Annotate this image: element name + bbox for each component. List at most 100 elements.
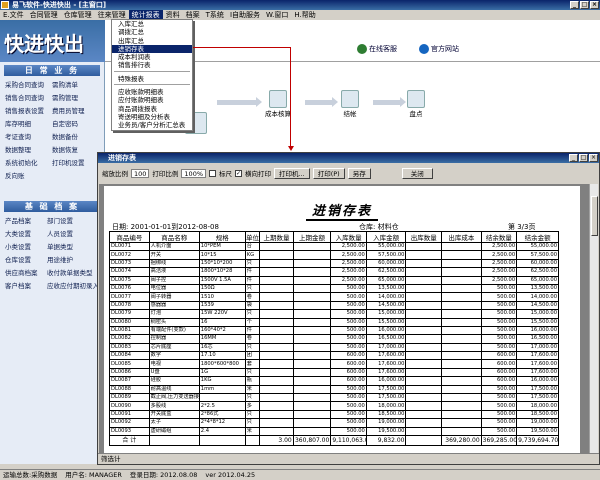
- sidebar-item[interactable]: 产品档案: [5, 216, 47, 227]
- menu-item[interactable]: 成本利润表: [112, 53, 192, 61]
- table-cell: [292, 367, 332, 378]
- sidebar-item[interactable]: 数据整理: [5, 145, 52, 156]
- table-cell: [259, 241, 294, 252]
- menu-item[interactable]: 调拨汇总: [112, 28, 192, 36]
- maximize-icon[interactable]: □: [580, 1, 589, 9]
- table-cell: 捆绑线: [148, 258, 200, 269]
- table-cell: 开关底盒: [148, 409, 200, 420]
- vertical-scrollbar[interactable]: [589, 184, 598, 453]
- sidebar-item[interactable]: 人员设置: [47, 229, 99, 240]
- menu-contract[interactable]: 合同管理: [27, 10, 61, 20]
- menu-item-selected[interactable]: 进销存表: [112, 44, 192, 54]
- sidebar-item[interactable]: 供应商档案: [5, 268, 47, 279]
- sidebar-item[interactable]: 小类设置: [5, 242, 47, 253]
- menu-item[interactable]: 应付账款明细表: [112, 96, 192, 104]
- menu-window[interactable]: W.窗口: [263, 10, 291, 20]
- menu-warehouse[interactable]: 仓库管理: [61, 10, 95, 20]
- status-login-date: 登录日期: 2012.08.08: [129, 471, 198, 479]
- close-icon[interactable]: ×: [589, 154, 598, 162]
- sidebar-item[interactable]: 需购管理: [52, 93, 99, 104]
- zoom-select[interactable]: 100: [131, 168, 150, 178]
- menu-item[interactable]: 寄送明细及分析表: [112, 113, 192, 121]
- close-button[interactable]: 关闭: [401, 167, 433, 179]
- flow-node-cash[interactable]: 盘点: [407, 90, 425, 118]
- table-row: DL0072 开关 10*15 KG 2,500.00 57,500.00 2,500.00…: [109, 250, 559, 260]
- table-row: DL0076 电位器 150Ω 只 500.00 13,500.00 500.00 13,50…: [109, 283, 559, 294]
- sidebar-item[interactable]: 数据恢复: [52, 145, 99, 156]
- sidebar-item[interactable]: 部门设置: [47, 216, 99, 227]
- sidebar-item[interactable]: 单据类型: [47, 242, 99, 253]
- table-cell: 600.00: [330, 359, 367, 369]
- close-icon[interactable]: ×: [590, 1, 599, 9]
- ruler-checkbox[interactable]: [209, 169, 217, 177]
- sidebar-item[interactable]: 用途维护: [47, 255, 99, 266]
- menu-file[interactable]: E.文件: [0, 10, 27, 20]
- table-cell: 16: [198, 317, 246, 327]
- sidebar-item[interactable]: 应收应付期初录入: [47, 281, 99, 292]
- table-cell: 1500V 1.5A: [198, 275, 246, 285]
- sidebar-item[interactable]: 大类设置: [5, 229, 47, 240]
- sidebar-item[interactable]: 费用员管理: [52, 106, 99, 117]
- table-cell: 2,500.00: [480, 275, 518, 285]
- minimize-icon[interactable]: _: [569, 154, 578, 162]
- sidebar-item[interactable]: 销售合同查询: [5, 93, 52, 104]
- menu-item[interactable]: 特殊报表: [112, 75, 192, 83]
- table-cell: 芯片底座: [148, 342, 200, 353]
- print-button[interactable]: 打印(P): [312, 167, 345, 179]
- table-cell: [292, 351, 332, 361]
- flow-node-settle[interactable]: 结帐: [341, 90, 359, 118]
- sidebar-item[interactable]: 客户档案: [5, 281, 47, 292]
- table-cell: 2,500.00: [480, 241, 518, 252]
- menu-system[interactable]: T系统: [203, 10, 227, 20]
- table-cell: U盘: [148, 367, 200, 378]
- menu-self-service[interactable]: I自助服务: [227, 10, 263, 20]
- menu-item[interactable]: 应收账款明细表: [112, 88, 192, 96]
- sidebar-item[interactable]: 考证查询: [5, 132, 52, 143]
- minimize-icon[interactable]: _: [570, 1, 579, 9]
- sidebar-item[interactable]: 自定密码: [52, 119, 99, 130]
- official-site-link[interactable]: 官方网站: [419, 44, 459, 54]
- sidebar-item[interactable]: 系统初始化: [5, 158, 52, 169]
- table-cell: 15W 220V: [198, 309, 246, 319]
- menu-item[interactable]: 出库汇总: [112, 37, 192, 45]
- table-cell: 2*4*8*12: [198, 418, 246, 428]
- table-cell: 只: [244, 409, 261, 420]
- sidebar-item[interactable]: 收付款单据类型: [47, 268, 99, 279]
- table-cell: [440, 325, 482, 336]
- sidebar-item[interactable]: 数据备份: [52, 132, 99, 143]
- sidebar-item[interactable]: 需购清单: [52, 80, 99, 91]
- sidebar-item[interactable]: 打印机设置: [52, 158, 99, 169]
- landscape-checkbox[interactable]: ✓: [235, 169, 243, 177]
- print-setup-button[interactable]: 打印机...: [274, 167, 310, 179]
- table-cell: 14,000.00: [365, 292, 407, 302]
- menu-item[interactable]: 业务员/客户分析汇总表: [112, 121, 192, 129]
- table-cell: 只: [244, 283, 261, 294]
- menu-item[interactable]: 销售排行表: [112, 61, 192, 69]
- maximize-icon[interactable]: □: [579, 154, 588, 162]
- table-row: DL0078 感器器 1539 袋 500.00 14,500.00 500.00 14,50…: [109, 300, 559, 311]
- online-service-link[interactable]: 在线客服: [357, 44, 397, 54]
- sidebar-item[interactable]: 仓库设置: [5, 255, 47, 266]
- table-cell: [259, 351, 294, 361]
- print-scale-select[interactable]: 100%: [181, 168, 207, 178]
- daily-business-list: 采购合同查询 需购清单 销售合同查询 需购管理 销售报表设置 费用员管理 库存明…: [0, 79, 104, 183]
- table-cell: [292, 409, 332, 420]
- sidebar-item[interactable]: 采购合同查询: [5, 80, 52, 91]
- table-cell: 阀子控: [148, 275, 200, 285]
- table-cell: 只: [244, 342, 261, 353]
- table-cell: 55,000.00: [365, 241, 407, 252]
- save-as-button[interactable]: 另存: [347, 167, 371, 179]
- menu-help[interactable]: H.帮助: [291, 10, 318, 20]
- menu-item[interactable]: 入库汇总: [112, 20, 192, 28]
- sidebar-item[interactable]: 库存明细: [5, 119, 52, 130]
- table-cell: [440, 292, 482, 302]
- menu-item[interactable]: 商品调拨报表: [112, 105, 192, 113]
- table-row: DL0082 控制器 16MM 卷 500.00 16,500.00 500.00 16,50…: [109, 334, 559, 344]
- sidebar-item[interactable]: 销售报表设置: [5, 106, 52, 117]
- table-cell: [259, 317, 294, 327]
- table-cell: 60,000.00: [516, 258, 559, 269]
- sidebar-item[interactable]: 反向账: [5, 171, 52, 182]
- table-cell: 62,500.00: [365, 267, 407, 277]
- scrollbar-thumb[interactable]: [591, 196, 598, 236]
- table-cell: 500.00: [480, 342, 518, 353]
